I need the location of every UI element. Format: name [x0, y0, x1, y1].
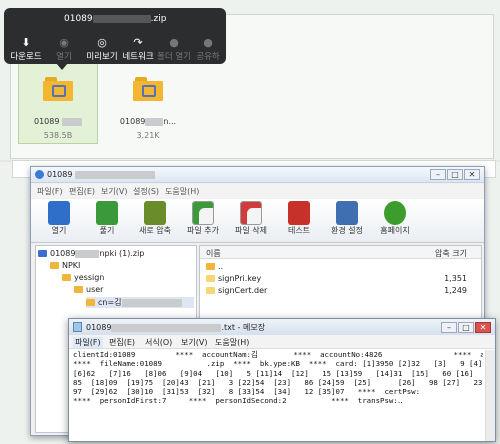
- menu-edit[interactable]: 편집(E): [109, 337, 135, 348]
- notepad-window: 01089 .txt - 메모장 – □ ✕ 파일(F) 편집(E) 서식(O) …: [68, 318, 496, 442]
- text-line: clientId:01089 **** accountNam:김 **** ac…: [73, 350, 483, 359]
- archive-menubar: 파일(F) 편집(E) 보기(V) 설정(S) 도움말(H): [31, 184, 484, 198]
- close-button[interactable]: ✕: [464, 169, 480, 180]
- network-button[interactable]: ↷ 네트워크: [120, 36, 156, 62]
- close-button[interactable]: ✕: [475, 322, 491, 333]
- list-item[interactable]: signCert.der 1,249: [200, 285, 481, 296]
- share-icon: ↷: [133, 36, 143, 49]
- menu-view[interactable]: 보기(V): [101, 186, 127, 197]
- share-more-icon: ●: [203, 36, 213, 49]
- file-size: 538.5B: [43, 131, 73, 140]
- preview-button[interactable]: ◎ 미리보기: [84, 36, 120, 62]
- open-icon: ◉: [59, 36, 69, 49]
- file-item-zip[interactable]: 01089 538.5B: [18, 62, 98, 144]
- menu-format[interactable]: 서식(O): [145, 337, 172, 348]
- file-action-toolbar: 01089 .zip ⬇ 다운로드 ◉ 열기 ◎ 미리보기 ↷ 네트워크 ● 폴더 열기 ●…: [4, 8, 226, 64]
- menu-view[interactable]: 보기(V): [181, 337, 207, 348]
- new-archive-button[interactable]: 새로 압축: [133, 201, 177, 236]
- folder-open-icon: ●: [169, 36, 179, 49]
- notepad-title-bar: 01089 .txt - 메모장 – □ ✕: [69, 319, 495, 335]
- homepage-button[interactable]: 홈페이지: [373, 201, 417, 236]
- column-size[interactable]: 압축 크기: [435, 248, 467, 259]
- popup-pointer: [56, 63, 68, 70]
- tree-item-cn[interactable]: cn=김: [86, 297, 194, 308]
- notepad-menubar: 파일(F) 편집(E) 서식(O) 보기(V) 도움말(H): [69, 335, 495, 349]
- menu-file[interactable]: 파일(F): [37, 186, 63, 197]
- extract-button[interactable]: 풀기: [85, 201, 129, 236]
- text-line: 97 [29]62 [30]10 [31]53 [32] 8 [33]54 [3…: [73, 387, 421, 397]
- open-button[interactable]: ◉ 열기: [46, 36, 82, 62]
- list-item[interactable]: ..: [200, 261, 481, 272]
- delete-file-button[interactable]: 파일 삭제: [229, 201, 273, 236]
- extract-icon: [96, 201, 118, 225]
- settings-button[interactable]: 환경 설정: [325, 201, 369, 236]
- menu-edit[interactable]: 편집(E): [69, 186, 95, 197]
- file-name: 01089: [119, 117, 146, 126]
- minimize-button[interactable]: –: [441, 322, 457, 333]
- text-line: [6]62 [7]16 [8]06 [9]04 [10] 5 [11]14 [1…: [73, 368, 483, 378]
- test-icon: [288, 201, 310, 225]
- file-item-second[interactable]: 01089 n... 3.21K: [108, 62, 188, 144]
- archive-toolbar: 열기 풀기 새로 압축 파일 추가 파일 삭제 테스트 환경 설정 홈페이지: [31, 199, 484, 243]
- menu-settings[interactable]: 설정(S): [133, 186, 159, 197]
- notepad-title: 01089: [86, 323, 112, 332]
- file-size: 3.21K: [136, 131, 160, 140]
- text-line: 85 [18]09 [19]75 [20]43 [21] 3 [22]54 [2…: [73, 377, 483, 387]
- homepage-icon: [384, 201, 406, 225]
- test-button[interactable]: 테스트: [277, 201, 321, 236]
- add-file-icon: [192, 201, 214, 225]
- text-line: **** personIdFirst:7 **** personIdSecond…: [73, 396, 403, 406]
- share-more-button[interactable]: ● 공유하: [190, 36, 226, 62]
- tree-item-yessign[interactable]: yessign: [62, 273, 104, 282]
- network-folder-icon: [133, 75, 163, 101]
- text-line: **** fileName:01089 .zip **** bk.ype:KB …: [73, 359, 483, 369]
- toolbar-title: 01089: [64, 14, 93, 24]
- tree-item-archive[interactable]: 01089 npki (1).zip: [38, 249, 144, 258]
- delete-file-icon: [240, 201, 262, 225]
- tree-item-npki[interactable]: NPKI: [50, 261, 80, 270]
- add-file-button[interactable]: 파일 추가: [181, 201, 225, 236]
- eye-icon: ◎: [97, 36, 107, 49]
- maximize-button[interactable]: □: [458, 322, 474, 333]
- vertical-scrollbar[interactable]: [485, 350, 495, 441]
- list-item[interactable]: signPri.key 1,351: [200, 273, 481, 284]
- tree-item-user[interactable]: user: [74, 285, 103, 294]
- text-area[interactable]: clientId:01089 **** accountNam:김 **** ac…: [73, 350, 483, 433]
- new-archive-icon: [144, 201, 166, 225]
- open-archive-button[interactable]: 열기: [37, 201, 81, 236]
- minimize-button[interactable]: –: [430, 169, 446, 180]
- list-header: 이름 압축 크기: [200, 246, 481, 259]
- menu-file[interactable]: 파일(F): [73, 337, 103, 348]
- notepad-icon: [73, 322, 82, 332]
- app-icon: [35, 170, 44, 179]
- maximize-button[interactable]: □: [447, 169, 463, 180]
- archive-title-bar: 01089 – □ ✕: [31, 167, 484, 183]
- network-folder-icon: [43, 75, 73, 101]
- column-name[interactable]: 이름: [206, 248, 221, 259]
- menu-help[interactable]: 도움말(H): [215, 337, 249, 348]
- folder-open-button[interactable]: ● 폴더 열기: [156, 36, 192, 62]
- open-archive-icon: [48, 201, 70, 225]
- menu-help[interactable]: 도움말(H): [165, 186, 199, 197]
- download-button[interactable]: ⬇ 다운로드: [8, 36, 44, 62]
- file-name: 01089: [34, 117, 60, 126]
- settings-icon: [336, 201, 358, 225]
- download-icon: ⬇: [21, 36, 31, 49]
- archive-title: 01089: [47, 170, 73, 179]
